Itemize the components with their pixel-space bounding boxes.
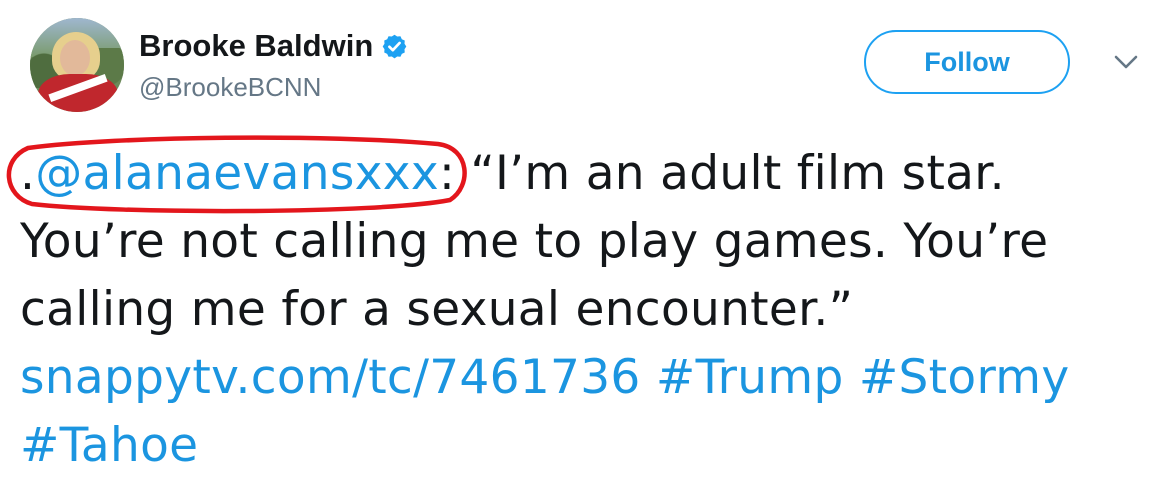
verified-badge-icon	[382, 34, 407, 58]
mention-link[interactable]: @alanaevansxxx	[35, 146, 439, 201]
hashtag-trump[interactable]: #Trump	[656, 350, 844, 405]
quote-start: : “I’m an adult film star.	[438, 146, 1005, 201]
url-link[interactable]: snappytv.com/tc/7461736	[20, 350, 641, 405]
handle: @BrookeBCNN	[139, 72, 322, 102]
tweet-line-2: You’re not calling me to play games. You…	[20, 214, 1049, 269]
mention-highlight: .@alanaevansxxx	[6, 135, 467, 214]
tweet-line-3: calling me for a sexual encounter.”	[20, 282, 854, 337]
hashtag-tahoe[interactable]: #Tahoe	[20, 418, 198, 473]
follow-button[interactable]: Follow	[864, 30, 1070, 94]
lead-dot: .	[20, 146, 36, 201]
hashtag-stormy[interactable]: #Stormy	[859, 350, 1070, 405]
avatar[interactable]	[30, 18, 124, 112]
tweet-line-4: snappytv.com/tc/7461736 #Trump #Stormy	[20, 344, 1140, 412]
tweet-text: .@alanaevansxxx : “I’m an adult film sta…	[6, 135, 1140, 480]
display-name[interactable]: Brooke Baldwin	[139, 26, 373, 66]
chevron-down-icon[interactable]	[1112, 52, 1140, 72]
author-info[interactable]: Brooke Baldwin @BrookeBCNN	[139, 26, 408, 104]
tweet-header: Brooke Baldwin @BrookeBCNN Follow	[0, 0, 1157, 120]
tweet-line-1: .@alanaevansxxx : “I’m an adult film sta…	[6, 135, 1140, 214]
